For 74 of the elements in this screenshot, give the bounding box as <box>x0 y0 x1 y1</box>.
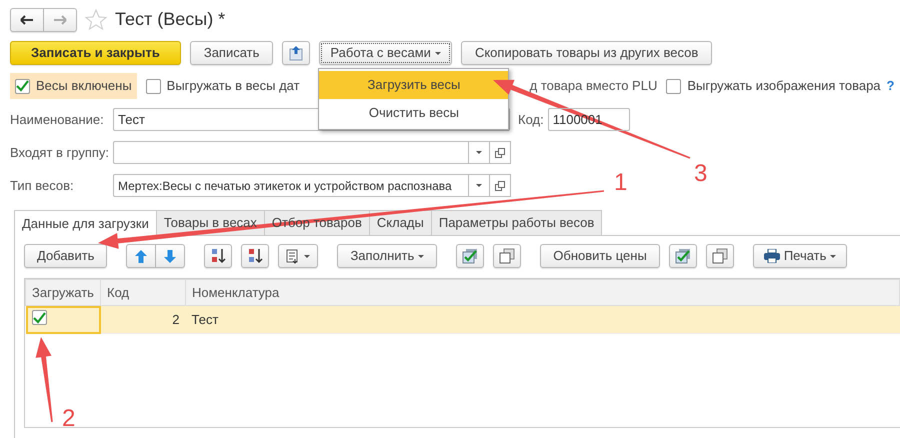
tab[interactable]: Параметры работы весов <box>430 210 602 235</box>
field-label: Код: <box>518 110 544 129</box>
caret-icon <box>304 254 310 258</box>
open-button[interactable] <box>490 174 511 197</box>
column-header[interactable]: Код <box>100 280 186 306</box>
open-button[interactable] <box>490 141 511 164</box>
upload-button[interactable] <box>282 41 310 65</box>
field-label: Наименование: <box>10 110 105 129</box>
back-button[interactable] <box>10 8 44 32</box>
checkmark-icon <box>32 312 46 324</box>
dropdown-button[interactable] <box>469 174 490 197</box>
dropdown-button[interactable] <box>469 141 490 164</box>
uncheck-all-button[interactable] <box>706 244 734 268</box>
check-all-button[interactable] <box>456 244 484 268</box>
column-header[interactable]: Загружать <box>26 280 100 306</box>
table-cell: 2 <box>100 306 186 334</box>
print-button[interactable]: Печать <box>752 244 848 268</box>
checked-boxes-icon <box>674 248 691 264</box>
checkbox-label[interactable]: Выгружать изображения товара <box>687 76 881 96</box>
caret-icon <box>476 151 482 154</box>
sort-ascending-button[interactable] <box>204 244 232 268</box>
field-label: Входят в группу: <box>10 144 110 162</box>
toolbar-button[interactable]: Записать <box>190 41 274 65</box>
check-all-button[interactable] <box>668 244 697 268</box>
down-arrow-icon <box>164 250 176 262</box>
stacked-squares-icon <box>499 248 516 264</box>
open-window-icon <box>495 148 505 158</box>
input-field[interactable]: Мертех:Весы с печатью этикеток и устройством распознава <box>113 174 469 197</box>
menu-item[interactable]: Загрузить весы <box>319 71 508 99</box>
checkbox[interactable] <box>15 78 30 94</box>
caret-icon <box>830 254 836 258</box>
checkbox-label[interactable]: Выгружать в весы дат <box>166 76 300 96</box>
toolbar-button[interactable]: Скопировать товары из других весов <box>460 41 712 65</box>
checkbox[interactable] <box>666 78 682 94</box>
caret-icon <box>418 254 424 258</box>
checkbox[interactable] <box>32 310 46 326</box>
save-and-close-button[interactable]: Записать и закрыть <box>10 41 181 65</box>
open-window-icon <box>495 180 505 190</box>
stacked-squares-icon <box>712 248 728 264</box>
menu-button[interactable]: Заполнить <box>337 244 438 268</box>
column-header[interactable]: Номенклатура <box>186 280 900 306</box>
help-link[interactable]: ? <box>886 76 894 96</box>
input-field[interactable] <box>113 141 469 164</box>
toolbar-button[interactable]: Обновить цены <box>540 244 660 268</box>
forward-arrow-icon <box>53 14 67 24</box>
window-title: Тест (Весы) * <box>115 8 226 31</box>
caret-icon <box>434 52 441 54</box>
list-icon <box>286 248 300 264</box>
sort-descending-button[interactable] <box>241 244 270 268</box>
toolbar-button[interactable]: Добавить <box>24 244 108 268</box>
back-arrow-icon <box>20 14 34 24</box>
uncheck-all-button[interactable] <box>493 244 522 268</box>
checkbox-label[interactable]: Весы включены <box>36 76 132 96</box>
printer-icon <box>764 249 780 263</box>
checkmark-icon <box>16 80 29 92</box>
sort-descending-icon <box>247 248 264 264</box>
annotation-number: 3 <box>694 162 708 186</box>
list-menu-button[interactable] <box>278 244 318 268</box>
caret-icon <box>476 184 482 187</box>
upload-icon <box>288 45 304 61</box>
tab[interactable]: Данные для загрузки <box>14 210 157 236</box>
menu-button[interactable]: Работа с весами <box>319 41 452 65</box>
checkbox[interactable] <box>146 78 161 94</box>
sort-ascending-icon <box>210 248 226 264</box>
table-cell: Тест <box>186 306 900 334</box>
checked-boxes-icon <box>462 248 478 264</box>
field-label: Тип весов: <box>10 176 75 195</box>
move-down-button[interactable] <box>156 244 186 268</box>
up-arrow-icon <box>135 250 148 262</box>
checkbox-label: д товара вместо PLU <box>530 77 658 96</box>
star-icon[interactable] <box>85 9 107 30</box>
move-up-button[interactable] <box>126 244 156 268</box>
annotation-number: 2 <box>62 407 76 431</box>
annotation-number: 1 <box>614 171 628 195</box>
